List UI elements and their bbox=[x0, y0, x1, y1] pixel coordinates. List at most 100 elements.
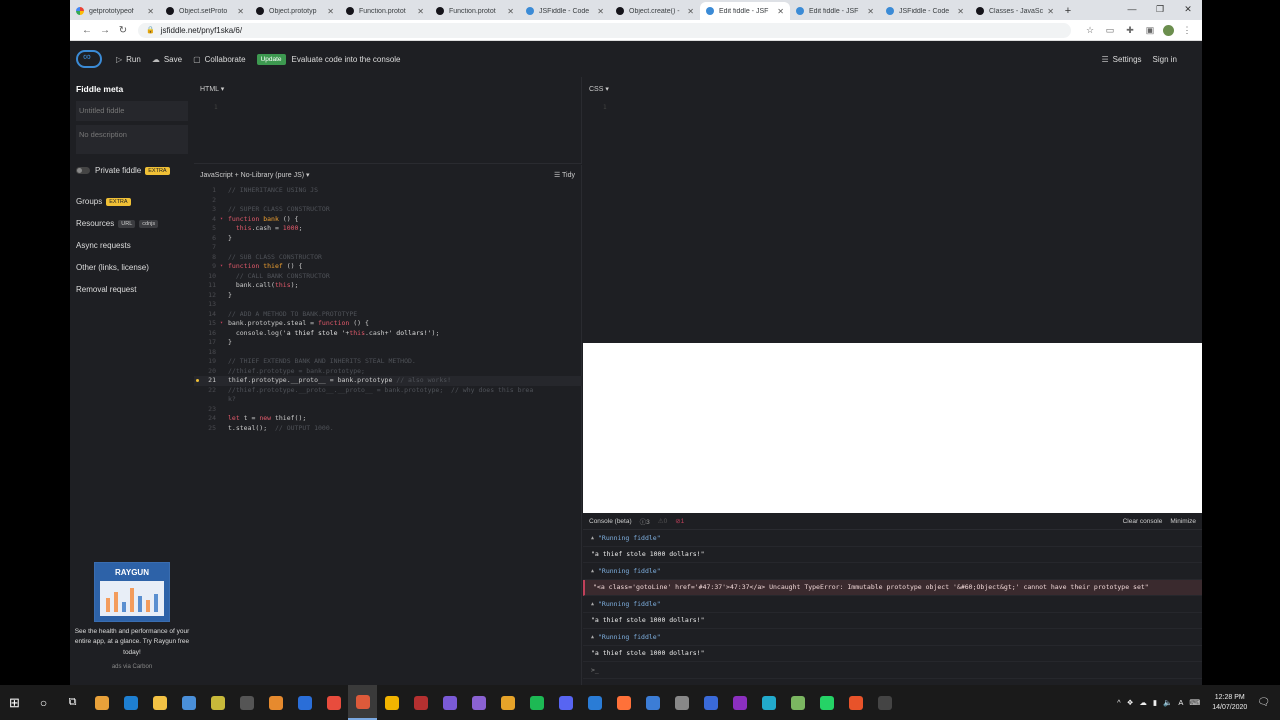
code-line[interactable]: 2 bbox=[194, 196, 582, 206]
taskbar-app-25[interactable] bbox=[812, 685, 841, 720]
profile-avatar[interactable] bbox=[1163, 24, 1174, 36]
forward-icon[interactable]: → bbox=[96, 25, 114, 36]
carbon-ad[interactable]: RAYGUN See the health and performance of… bbox=[70, 562, 194, 670]
tab-8[interactable]: Edit fiddle - JSF ✕ bbox=[790, 2, 880, 20]
star-icon[interactable]: ☆ bbox=[1083, 25, 1097, 35]
close-window-icon[interactable]: ✕ bbox=[1174, 0, 1202, 20]
code-line[interactable]: 12} bbox=[194, 291, 582, 301]
sidebar-item-resources[interactable]: Resources URL cdnjs bbox=[76, 219, 188, 228]
taskbar-app-22[interactable] bbox=[725, 685, 754, 720]
taskbar-app-7[interactable] bbox=[290, 685, 319, 720]
taskbar-app-27[interactable] bbox=[870, 685, 899, 720]
taskbar-app-18[interactable] bbox=[609, 685, 638, 720]
code-line[interactable]: 1 // INHERITANCE USING JS bbox=[194, 186, 582, 196]
code-line[interactable]: 8 // SUB CLASS CONSTRUCTOR bbox=[194, 253, 582, 263]
raygun-ad-image[interactable]: RAYGUN bbox=[94, 562, 170, 622]
code-line[interactable]: 6} bbox=[194, 234, 582, 244]
code-line[interactable]: 21 thief.prototype.__proto__ = bank.proto… bbox=[194, 376, 582, 386]
minimize-icon[interactable]: — bbox=[1118, 0, 1146, 20]
update-badge[interactable]: Update bbox=[256, 53, 286, 65]
close-icon[interactable]: ✕ bbox=[237, 7, 244, 16]
search-button[interactable]: ○ bbox=[29, 685, 58, 720]
ad-via[interactable]: ads via Carbon bbox=[70, 664, 194, 670]
start-button[interactable]: ⊞ bbox=[0, 685, 29, 720]
taskbar-app-8[interactable] bbox=[319, 685, 348, 720]
puzzle-icon[interactable]: ✚ bbox=[1123, 25, 1137, 35]
code-line[interactable]: 3 // SUPER CLASS CONSTRUCTOR bbox=[194, 205, 582, 215]
close-icon[interactable]: ✕ bbox=[1047, 7, 1054, 16]
volume-icon[interactable]: 🔈 bbox=[1163, 698, 1172, 707]
taskbar-app-0[interactable] bbox=[87, 685, 116, 720]
taskbar-app-16[interactable] bbox=[551, 685, 580, 720]
url-badge[interactable]: URL bbox=[118, 219, 136, 228]
settings-button[interactable]: ☰ Settings bbox=[1101, 55, 1141, 64]
code-line[interactable]: 17} bbox=[194, 338, 582, 348]
save-button[interactable]: ☁ Save bbox=[152, 55, 182, 64]
tab-4[interactable]: Function.protot ✕ bbox=[430, 2, 520, 20]
tab-10[interactable]: Classes - JavaSc ✕ bbox=[970, 2, 1060, 20]
js-panel[interactable]: JavaScript + No-Library (pure JS) ▾ ☰ Ti… bbox=[194, 165, 582, 685]
html-panel[interactable]: HTML ▾ 1 bbox=[194, 77, 582, 164]
notification-icon[interactable]: 🗨 bbox=[1257, 697, 1270, 708]
jsfiddle-logo-icon[interactable] bbox=[76, 50, 102, 68]
error-count[interactable]: ⊘1 bbox=[675, 517, 684, 525]
fiddle-title-input[interactable]: Untitled fiddle bbox=[76, 101, 188, 121]
taskbar-app-19[interactable] bbox=[638, 685, 667, 720]
close-icon[interactable]: ✕ bbox=[507, 7, 514, 16]
info-count[interactable]: ⓘ3 bbox=[640, 516, 650, 526]
tab-7[interactable]: Edit fiddle - JSF ✕ bbox=[700, 2, 790, 20]
taskbar-app-3[interactable] bbox=[174, 685, 203, 720]
close-icon[interactable]: ✕ bbox=[147, 7, 154, 16]
html-panel-title[interactable]: HTML ▾ bbox=[200, 85, 224, 93]
run-button[interactable]: ▷ Run bbox=[116, 55, 141, 64]
code-line[interactable]: 15 ▾ bank.prototype.steal = function () { bbox=[194, 319, 582, 329]
css-panel[interactable]: CSS ▾ 1 bbox=[583, 77, 1202, 343]
tab-1[interactable]: Object.setProto ✕ bbox=[160, 2, 250, 20]
taskbar-app-24[interactable] bbox=[783, 685, 812, 720]
code-editor[interactable]: 1 // INHERITANCE USING JS 2 3 // SUPER CLASS… bbox=[194, 186, 582, 433]
code-line[interactable]: 23 bbox=[194, 405, 582, 415]
close-icon[interactable]: ✕ bbox=[957, 7, 964, 16]
fold-icon[interactable]: ▾ bbox=[220, 262, 228, 272]
close-icon[interactable]: ✕ bbox=[687, 7, 694, 16]
tab-6[interactable]: Object.create() - ✕ bbox=[610, 2, 700, 20]
tidy-button[interactable]: ☰ Tidy bbox=[554, 171, 575, 179]
taskbar-app-23[interactable] bbox=[754, 685, 783, 720]
code-line[interactable]: 13 bbox=[194, 300, 582, 310]
minimize-console-button[interactable]: Minimize bbox=[1170, 518, 1196, 525]
taskbar-app-4[interactable] bbox=[203, 685, 232, 720]
sidebar-item-other[interactable]: Other (links, license) bbox=[76, 263, 188, 272]
close-icon[interactable]: ✕ bbox=[327, 7, 334, 16]
code-line[interactable]: 22 //thief.prototype.__proto__.__proto__ … bbox=[194, 386, 582, 396]
taskbar-app-2[interactable] bbox=[145, 685, 174, 720]
taskbar-app-17[interactable] bbox=[580, 685, 609, 720]
tab-0[interactable]: getprototypeof ✕ bbox=[70, 2, 160, 20]
ad-text[interactable]: See the health and performance of your e… bbox=[70, 627, 194, 658]
cast-icon[interactable]: ▣ bbox=[1143, 25, 1157, 35]
chevron-up-icon[interactable]: ^ bbox=[1117, 698, 1121, 707]
signin-button[interactable]: Sign in bbox=[1153, 55, 1177, 64]
taskbar-app-14[interactable] bbox=[493, 685, 522, 720]
code-line[interactable]: 20 //thief.prototype = bank.prototype; bbox=[194, 367, 582, 377]
cloud-icon[interactable]: ☁ bbox=[1139, 698, 1147, 707]
code-line[interactable]: 18 bbox=[194, 348, 582, 358]
private-toggle[interactable] bbox=[76, 167, 90, 174]
fold-icon[interactable]: ▾ bbox=[220, 215, 228, 225]
code-line[interactable]: 19 // THIEF EXTENDS BANK AND INHERITS STE… bbox=[194, 357, 582, 367]
restore-icon[interactable]: ❐ bbox=[1146, 0, 1174, 20]
cdnjs-badge[interactable]: cdnjs bbox=[139, 219, 159, 228]
taskbar-app-10[interactable] bbox=[377, 685, 406, 720]
network-icon[interactable]: ▮ bbox=[1153, 698, 1157, 707]
close-icon[interactable]: ✕ bbox=[867, 7, 874, 16]
taskbar-app-9[interactable] bbox=[348, 685, 377, 720]
taskbar-app-5[interactable] bbox=[232, 685, 261, 720]
code-line[interactable]: 11 bank.call(this); bbox=[194, 281, 582, 291]
menu-icon[interactable]: ⋮ bbox=[1180, 25, 1194, 35]
fold-icon[interactable]: ▾ bbox=[220, 319, 228, 329]
code-line[interactable]: 7 bbox=[194, 243, 582, 253]
language-indicator[interactable]: A bbox=[1178, 698, 1183, 707]
code-line[interactable]: 5 this.cash = 1000; bbox=[194, 224, 582, 234]
css-panel-title[interactable]: CSS ▾ bbox=[589, 85, 609, 93]
sidebar-item-removal[interactable]: Removal request bbox=[76, 285, 188, 294]
close-icon[interactable]: ✕ bbox=[777, 7, 784, 16]
